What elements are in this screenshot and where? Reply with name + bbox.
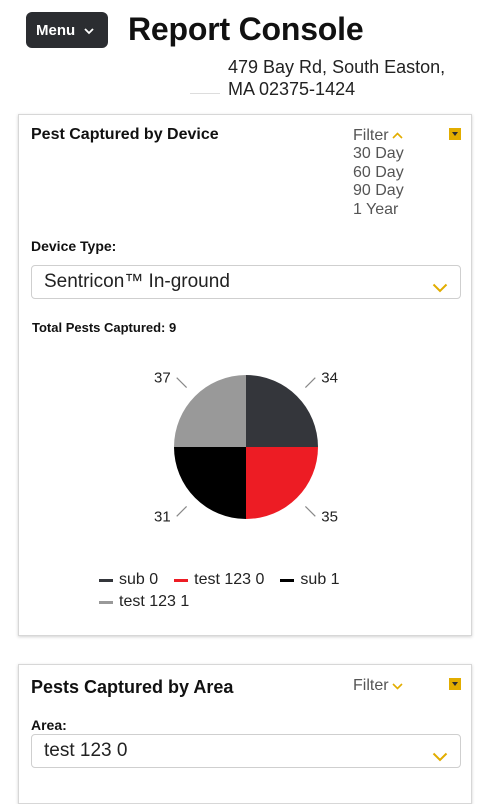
chevron-down-icon	[432, 746, 448, 768]
chevron-down-icon	[389, 677, 403, 695]
chart-legend: sub 0 test 123 0 sub 1 test 123 1	[99, 569, 399, 613]
filter-options: 30 Day 60 Day 90 Day 1 Year	[353, 145, 404, 219]
chevron-down-icon	[84, 22, 94, 39]
filter-toggle[interactable]: Filter	[353, 127, 404, 145]
area-label: Area:	[31, 717, 67, 733]
legend-item-test-123-0[interactable]: test 123 0	[174, 571, 264, 589]
leader-line	[176, 377, 188, 389]
leader-line	[176, 505, 188, 517]
leader-line	[304, 377, 316, 389]
collapse-button[interactable]	[449, 128, 461, 140]
chevron-down-icon	[432, 277, 448, 299]
device-type-label: Device Type:	[31, 238, 117, 254]
slice-label: 35	[321, 508, 338, 525]
legend-swatch	[99, 600, 113, 604]
slice-label: 37	[154, 370, 171, 387]
card-title: Pests Captured by Area	[31, 677, 234, 697]
leader-line	[304, 505, 316, 517]
legend-swatch	[280, 578, 295, 582]
legend-row: sub 0 test 123 0 sub 1	[99, 569, 399, 591]
slice-label: 31	[154, 508, 171, 525]
legend-row: test 123 1	[99, 591, 399, 613]
filter-option-30-day[interactable]: 30 Day	[353, 145, 404, 164]
area-value: test 123 0	[44, 740, 128, 761]
area-select[interactable]: test 123 0	[31, 734, 461, 768]
collapse-button[interactable]	[449, 678, 461, 690]
legend-label: sub 1	[300, 571, 340, 588]
legend-swatch	[99, 578, 113, 582]
legend-label: test 123 0	[194, 571, 265, 588]
legend-item-test-123-1[interactable]: test 123 1	[99, 593, 189, 611]
card-title: Pest Captured by Device	[31, 126, 219, 143]
filter-option-90-day[interactable]: 90 Day	[353, 182, 404, 201]
slice-label: 34	[321, 370, 338, 387]
pest-by-device-card: Pest Captured by Device Filter 30 Day 60…	[18, 114, 472, 636]
header: Menu Report Console 479 Bay Rd, South Ea…	[0, 0, 480, 105]
page-title: Report Console	[128, 11, 364, 47]
device-type-select[interactable]: Sentricon™ In-ground	[31, 265, 461, 299]
legend-label: sub 0	[119, 571, 159, 588]
divider	[190, 93, 220, 94]
filter-option-1-year[interactable]: 1 Year	[353, 201, 404, 220]
chevron-up-icon	[389, 127, 403, 145]
filter-toggle[interactable]: Filter	[353, 677, 403, 695]
legend-label: test 123 1	[119, 593, 190, 610]
address-line-2: MA 02375-1424	[228, 79, 356, 99]
filter-dropdown: Filter	[353, 677, 403, 695]
menu-button[interactable]: Menu	[26, 12, 108, 48]
device-type-value: Sentricon™ In-ground	[44, 271, 230, 292]
pest-by-area-card: Pests Captured by Area Filter Area: test…	[18, 664, 472, 804]
address-line-1: 479 Bay Rd, South Easton,	[228, 57, 446, 77]
filter-option-60-day[interactable]: 60 Day	[353, 164, 404, 183]
pie-chart: 34 35 31 37	[154, 370, 338, 526]
legend-item-sub-1[interactable]: sub 1	[280, 571, 340, 589]
filter-dropdown: Filter 30 Day 60 Day 90 Day 1 Year	[353, 127, 404, 219]
filter-label: Filter	[353, 677, 389, 694]
filter-label: Filter	[353, 127, 389, 144]
address: 479 Bay Rd, South Easton, MA 02375-1424	[228, 56, 445, 100]
menu-label: Menu	[36, 21, 76, 39]
legend-item-sub-0[interactable]: sub 0	[99, 571, 158, 589]
legend-swatch	[174, 578, 189, 582]
total-pests-captured: Total Pests Captured: 9	[32, 320, 177, 335]
